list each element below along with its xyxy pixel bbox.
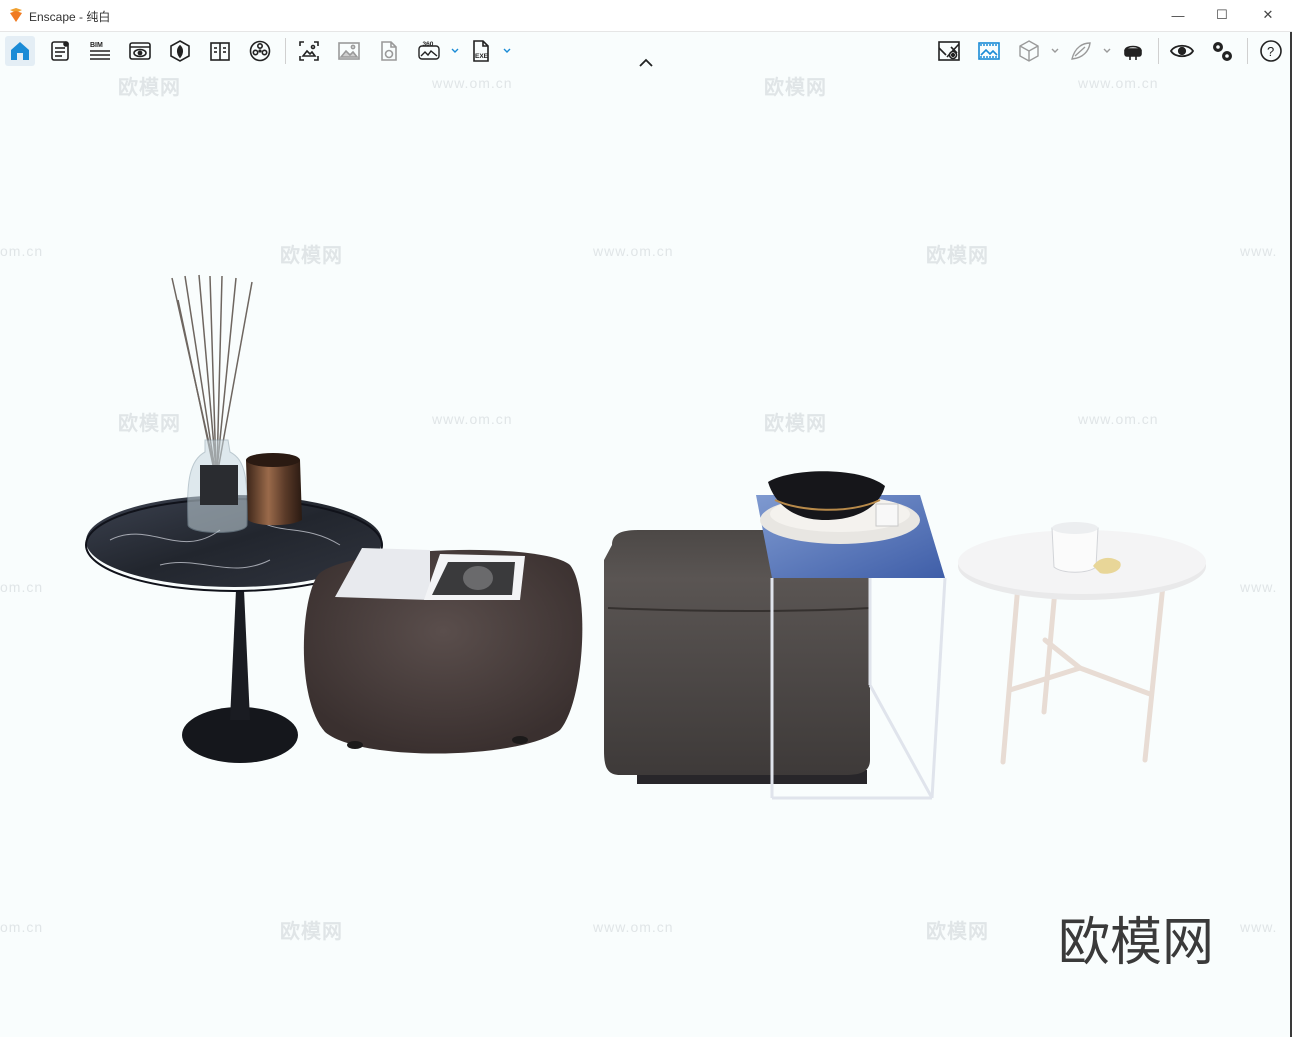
sync-button[interactable]	[1066, 36, 1096, 66]
video-reel-icon	[249, 40, 271, 62]
bim-icon: BIM	[90, 42, 110, 60]
close-button[interactable]: ✕	[1253, 4, 1283, 26]
collapse-toolbar-chevron-up-icon[interactable]	[637, 57, 655, 69]
reed-diffuser	[171, 274, 253, 533]
chevron-down-icon[interactable]	[502, 46, 512, 56]
title-separator: -	[75, 10, 87, 24]
map-button[interactable]	[934, 36, 964, 66]
view-settings-icon	[1170, 44, 1194, 58]
eye-panel-icon	[129, 42, 151, 60]
panorama-upload-icon	[381, 41, 397, 61]
cube-button[interactable]	[1014, 36, 1044, 66]
video-editor-button[interactable]	[245, 36, 275, 66]
render-viewport[interactable]: 欧模网 www.om.cn 欧模网 www.om.cn om.cn 欧模网 ww…	[0, 71, 1292, 1037]
maximize-icon: ☐	[1216, 7, 1228, 22]
settings-button[interactable]	[1207, 36, 1237, 66]
chevron-down-icon[interactable]	[1050, 46, 1060, 56]
maximize-button[interactable]: ☐	[1207, 4, 1237, 26]
decorative-bowl	[760, 471, 920, 544]
asset-library-icon	[170, 40, 190, 62]
export-exe-icon: EXE	[473, 40, 489, 62]
help-button[interactable]: ?	[1256, 36, 1286, 66]
export-exe-button[interactable]: EXE	[466, 36, 496, 66]
title-bar: Enscape - 纯白 — ☐ ✕	[0, 0, 1292, 32]
settings-icon	[1213, 42, 1232, 61]
view-panel-button[interactable]	[125, 36, 155, 66]
visual-preset-icon	[978, 42, 1000, 60]
close-icon: ✕	[1262, 7, 1274, 22]
home-button[interactable]	[5, 36, 35, 66]
furniture-scene	[85, 274, 1206, 800]
magazine	[335, 548, 525, 600]
bim-button[interactable]: BIM	[85, 36, 115, 66]
toolbar-separator	[1247, 38, 1248, 64]
chevron-down-icon[interactable]	[450, 46, 460, 56]
enscape-logo-icon	[10, 8, 22, 22]
visual-preset-button[interactable]	[974, 36, 1004, 66]
app-name: Enscape	[29, 10, 76, 24]
cube-icon	[1019, 40, 1039, 62]
map-icon	[938, 41, 960, 61]
help-icon: ?	[1260, 40, 1282, 62]
bim-label: BIM	[90, 42, 103, 49]
exe-label: EXE	[475, 53, 489, 60]
home-icon	[11, 42, 29, 60]
toolbar-separator	[1158, 38, 1159, 64]
screenshot-button[interactable]	[294, 36, 324, 66]
sync-icon	[1071, 42, 1091, 60]
panorama-360-button[interactable]: 360	[414, 36, 444, 66]
vr-headset-button[interactable]	[1118, 36, 1148, 66]
image-icon	[338, 42, 360, 60]
toolbar-separator	[285, 38, 286, 64]
help-label: ?	[1267, 44, 1274, 59]
document-list-icon	[51, 41, 69, 61]
view-settings-button[interactable]	[1167, 36, 1197, 66]
brand-watermark: 欧模网	[1058, 913, 1215, 973]
scene-name: 纯白	[86, 10, 111, 24]
window-title: Enscape - 纯白	[29, 8, 110, 25]
document-list-button[interactable]	[45, 36, 75, 66]
book-icon	[210, 42, 230, 61]
vr-headset-icon	[1124, 45, 1142, 60]
panorama-upload-button[interactable]	[374, 36, 404, 66]
screenshot-icon	[299, 41, 319, 61]
chevron-down-icon[interactable]	[1102, 46, 1112, 56]
book-button[interactable]	[205, 36, 235, 66]
panorama-360-icon: 360	[418, 41, 440, 60]
asset-library-button[interactable]	[165, 36, 195, 66]
minimize-button[interactable]: —	[1163, 4, 1193, 26]
copper-cup	[246, 453, 302, 526]
pano-label: 360	[423, 41, 434, 48]
batch-render-button[interactable]	[334, 36, 364, 66]
minimize-icon: —	[1171, 7, 1185, 23]
